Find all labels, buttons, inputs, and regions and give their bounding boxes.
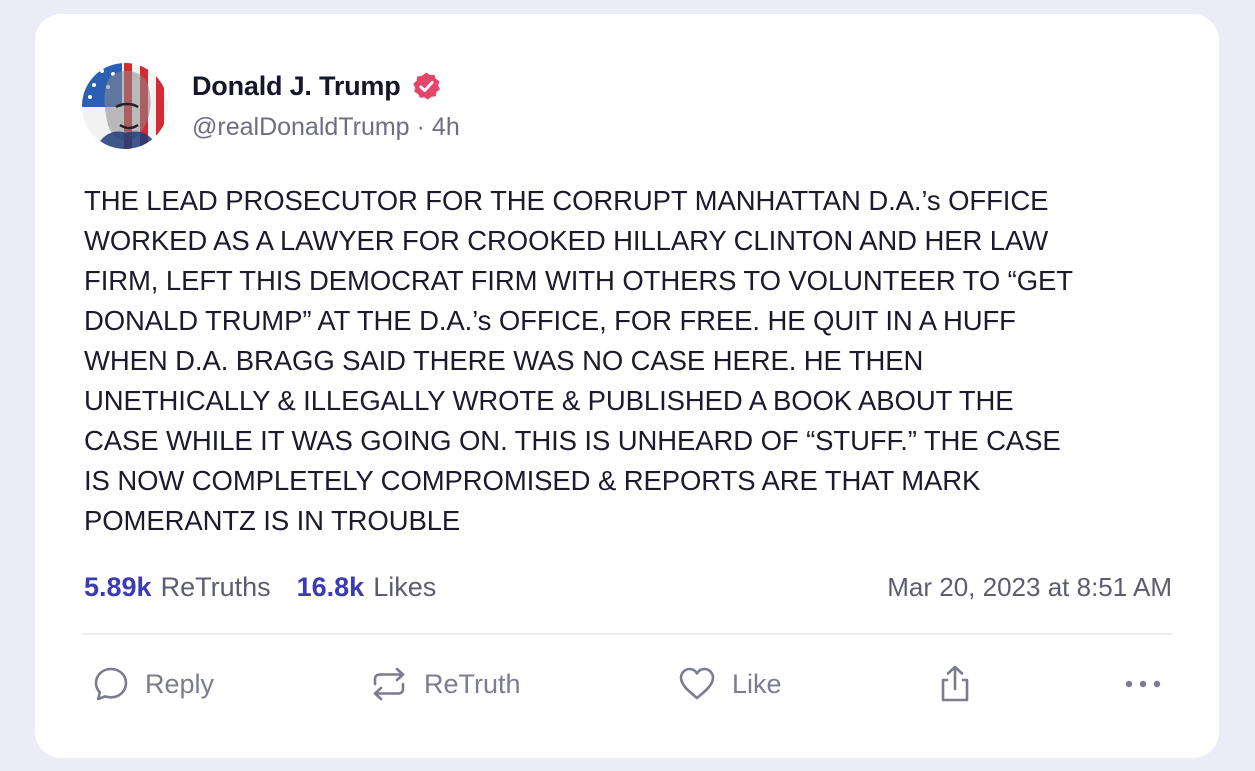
likes-label: Likes (373, 571, 437, 602)
post-body-line: WORKED AS A LAWYER FOR CROOKED HILLARY C… (84, 225, 1049, 256)
like-button[interactable]: Like (676, 662, 782, 706)
share-button[interactable] (935, 662, 975, 706)
more-icon (1121, 664, 1165, 704)
post-body-line: POMERANTZ IS IN TROUBLE (84, 505, 461, 536)
likes-stat[interactable]: 16.8k Likes (297, 572, 437, 603)
post-body-line: CASE WHILE IT WAS GOING ON. THIS IS UNHE… (84, 425, 1061, 456)
post-body-line: FIRM, LEFT THIS DEMOCRAT FIRM WITH OTHER… (84, 265, 1073, 296)
heart-icon (676, 664, 718, 704)
retruth-button[interactable]: ReTruth (368, 662, 521, 706)
share-icon (935, 663, 975, 705)
author-name-row: Donald J. Trump (192, 68, 442, 104)
more-options-button[interactable] (1121, 662, 1165, 706)
reply-label: Reply (145, 668, 215, 699)
post-body-line: IS NOW COMPLETELY COMPROMISED & REPORTS … (84, 465, 981, 496)
retruths-label: ReTruths (160, 571, 271, 602)
author-meta: @realDonaldTrump · 4h (192, 113, 460, 142)
post-body: THE LEAD PROSECUTOR FOR THE CORRUPT MANH… (84, 181, 1184, 541)
author-handle[interactable]: @realDonaldTrump (192, 113, 410, 142)
post-body-line: WHEN D.A. BRAGG SAID THERE WAS NO CASE H… (84, 345, 924, 376)
avatar[interactable] (82, 63, 168, 149)
retruths-count: 5.89k (84, 571, 152, 602)
post-time-ago[interactable]: 4h (432, 113, 460, 142)
retruth-label: ReTruth (424, 668, 521, 699)
reply-icon (91, 664, 131, 704)
retruths-stat[interactable]: 5.89k ReTruths (84, 572, 271, 603)
post-card: Donald J. Trump @realDonaldTrump · 4h TH… (35, 14, 1219, 758)
divider (82, 633, 1172, 635)
likes-count: 16.8k (296, 571, 365, 602)
reply-button[interactable]: Reply (91, 662, 214, 706)
verified-badge-icon (411, 71, 442, 102)
post-body-line: UNETHICALLY & ILLEGALLY WROTE & PUBLISHE… (84, 385, 1014, 416)
post-body-line: THE LEAD PROSECUTOR FOR THE CORRUPT MANH… (84, 185, 1049, 216)
post-stats: 5.89k ReTruths 16.8k Likes Mar 20, 2023 … (84, 567, 1172, 607)
author-display-name[interactable]: Donald J. Trump (192, 71, 401, 102)
like-label: Like (732, 668, 782, 699)
meta-separator: · (416, 113, 425, 141)
post-timestamp: Mar 20, 2023 at 8:51 AM (887, 571, 1172, 602)
post-body-line: DONALD TRUMP” AT THE D.A.’s OFFICE, FOR … (84, 305, 1016, 336)
retruth-icon (368, 664, 410, 704)
